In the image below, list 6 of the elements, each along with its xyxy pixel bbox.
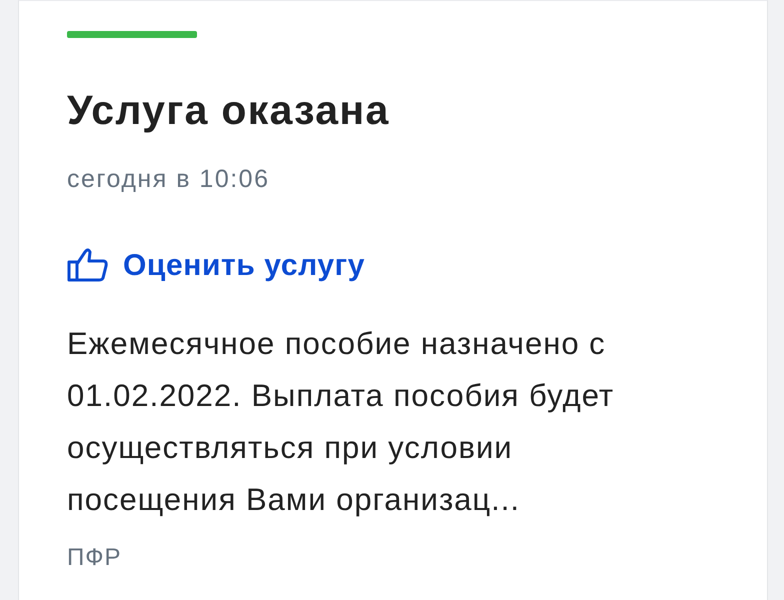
card-title: Услуга оказана: [67, 86, 391, 135]
thumbs-up-icon: [67, 248, 109, 282]
rate-service-link[interactable]: Оценить услугу: [67, 242, 366, 288]
source-label: ПФР: [67, 543, 123, 574]
date-text: сегодня в 10:06: [67, 164, 270, 196]
message-text: Ежемесячное пособие назначено с 01.02.2022. Выплата пособия будет осуществляться при условии посещения Вами организац...: [67, 325, 616, 520]
